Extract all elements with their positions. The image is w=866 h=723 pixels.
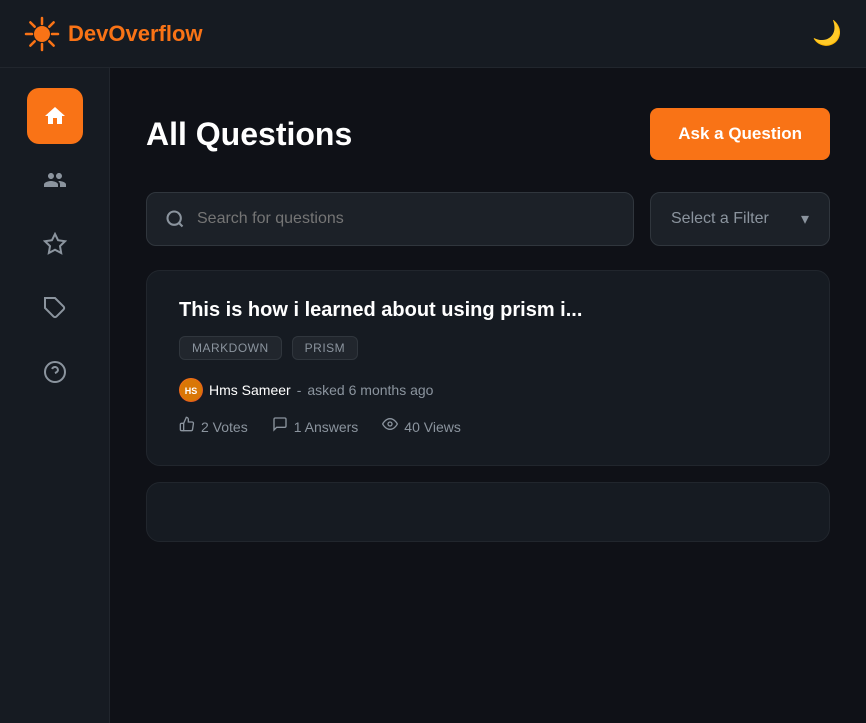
search-filter-row: Select a Filter ▾	[146, 192, 830, 246]
question-stats: 2 Votes 1 Answers	[179, 416, 797, 437]
question-meta: HS Hms Sameer - asked 6 months ago	[179, 378, 797, 402]
thumbs-up-icon	[179, 416, 195, 437]
avatar-image: HS	[180, 379, 202, 401]
sidebar-item-community[interactable]	[27, 152, 83, 208]
tag-markdown[interactable]: MARKDOWN	[179, 336, 282, 360]
logo-text: DevOverflow	[68, 21, 203, 47]
sidebar-item-home[interactable]	[27, 88, 83, 144]
page-header: All Questions Ask a Question	[146, 108, 830, 160]
logo-icon	[24, 16, 60, 52]
chevron-down-icon: ▾	[801, 209, 809, 229]
question-card-partial	[146, 482, 830, 542]
community-icon	[43, 168, 67, 192]
moon-icon[interactable]: 🌙	[812, 19, 842, 48]
question-title: This is how i learned about using prism …	[179, 299, 797, 322]
views-stat: 40 Views	[382, 416, 461, 437]
tag-prism[interactable]: PRISM	[292, 336, 359, 360]
votes-count: 2 Votes	[201, 419, 248, 435]
sidebar	[0, 68, 110, 723]
answers-count: 1 Answers	[294, 419, 359, 435]
comment-icon	[272, 416, 288, 437]
filter-label: Select a Filter	[671, 210, 789, 228]
views-count: 40 Views	[404, 419, 461, 435]
logo-text-colored: Overflow	[108, 21, 202, 46]
search-box	[146, 192, 634, 246]
sidebar-item-tags[interactable]	[27, 280, 83, 336]
question-card[interactable]: This is how i learned about using prism …	[146, 270, 830, 466]
question-time: -	[297, 382, 302, 398]
help-icon	[43, 360, 67, 384]
header: DevOverflow 🌙	[0, 0, 866, 68]
logo-text-plain: Dev	[68, 21, 108, 46]
home-icon	[43, 104, 67, 128]
tag-icon	[43, 296, 67, 320]
author-name: Hms Sameer	[209, 382, 291, 398]
search-input[interactable]	[197, 210, 615, 228]
votes-stat: 2 Votes	[179, 416, 248, 437]
page-title: All Questions	[146, 116, 352, 153]
avatar: HS	[179, 378, 203, 402]
star-icon	[43, 232, 67, 256]
ask-question-button[interactable]: Ask a Question	[650, 108, 830, 160]
filter-dropdown[interactable]: Select a Filter ▾	[650, 192, 830, 246]
logo: DevOverflow	[24, 16, 203, 52]
question-tags: MARKDOWN PRISM	[179, 336, 797, 360]
main-content: All Questions Ask a Question Select a Fi…	[110, 68, 866, 723]
layout: All Questions Ask a Question Select a Fi…	[0, 68, 866, 723]
svg-text:HS: HS	[185, 386, 198, 396]
answers-stat: 1 Answers	[272, 416, 359, 437]
search-icon	[165, 209, 185, 229]
eye-icon	[382, 416, 398, 437]
sidebar-item-starred[interactable]	[27, 216, 83, 272]
question-asked-time: asked 6 months ago	[307, 382, 433, 398]
sidebar-item-help[interactable]	[27, 344, 83, 400]
